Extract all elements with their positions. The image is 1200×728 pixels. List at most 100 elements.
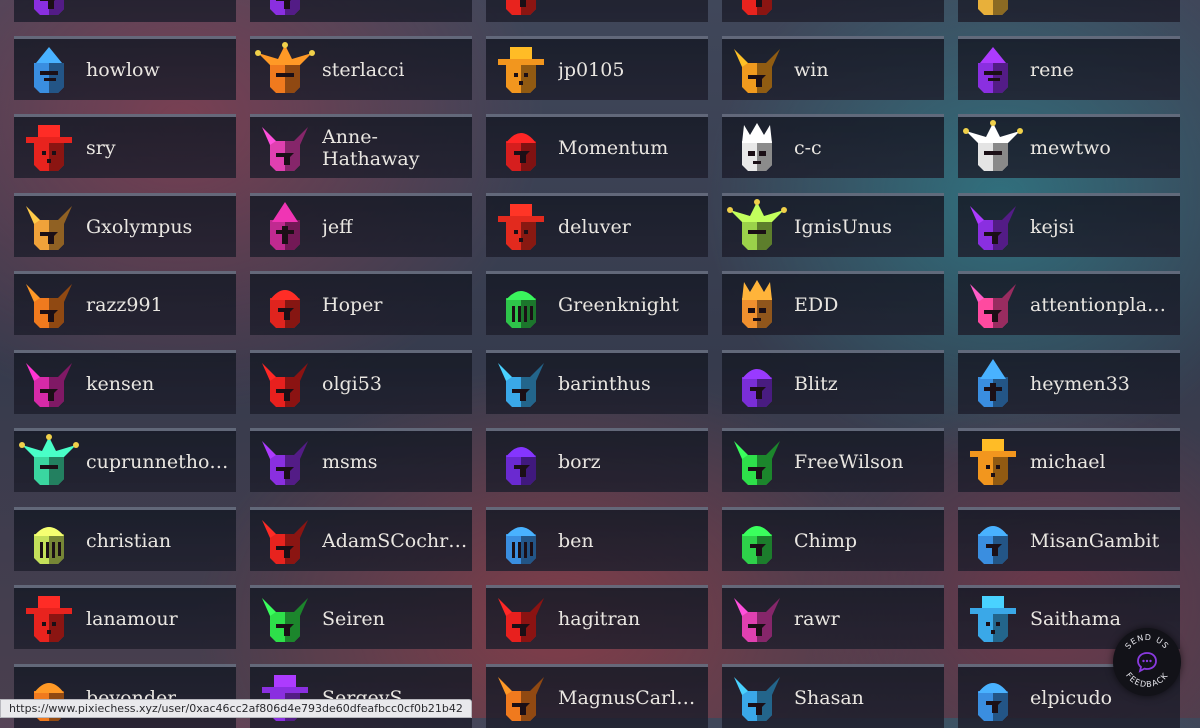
- user-card[interactable]: Seiren: [250, 585, 472, 649]
- user-card[interactable]: barinthus: [486, 350, 708, 414]
- username: attentionplayer: [1030, 293, 1176, 316]
- user-card[interactable]: sterlacci: [250, 36, 472, 100]
- horned-helmet-icon: [490, 590, 552, 648]
- user-card[interactable]: sry: [14, 114, 236, 178]
- username: Shasan: [794, 686, 864, 709]
- user-card[interactable]: rene: [958, 36, 1180, 100]
- username: Blitz: [794, 372, 838, 395]
- user-card[interactable]: olgi53: [250, 350, 472, 414]
- user-card[interactable]: Momentum: [486, 114, 708, 178]
- horned-helmet-icon: [254, 119, 316, 177]
- brimmed-hat-icon: [962, 590, 1024, 648]
- horned-helmet-icon: [18, 276, 80, 334]
- jester-hat-icon: [18, 433, 80, 491]
- username: Chimp: [794, 529, 858, 552]
- user-card[interactable]: Gxolympus: [14, 193, 236, 257]
- horned-helmet-icon: [962, 198, 1024, 256]
- horned-helmet-icon: [18, 355, 80, 413]
- username: kensen: [86, 372, 155, 395]
- user-card[interactable]: SergeyS: [250, 664, 472, 728]
- user-card[interactable]: FreeWilson: [722, 428, 944, 492]
- username: c-c: [794, 136, 822, 159]
- username: sry: [86, 136, 116, 159]
- username: msms: [322, 450, 378, 473]
- user-card[interactable]: attentionplayer: [958, 271, 1180, 335]
- username: Hoper: [322, 293, 383, 316]
- username: EDD: [794, 293, 839, 316]
- round-helmet-icon: [962, 512, 1024, 570]
- svg-text:SEND US: SEND US: [1123, 633, 1170, 651]
- username: michael: [1030, 450, 1106, 473]
- username: Anne-Hathaway: [322, 125, 420, 170]
- user-card[interactable]: jeff: [250, 193, 472, 257]
- user-card[interactable]: ben: [486, 507, 708, 571]
- horned-helmet-icon: [254, 433, 316, 491]
- user-card[interactable]: EDD: [722, 271, 944, 335]
- user-card[interactable]: rawr: [722, 585, 944, 649]
- username: razz991: [86, 293, 163, 316]
- brimmed-hat-icon: [490, 41, 552, 99]
- status-bar-url: https://www.pixiechess.xyz/user/0xac46cc…: [0, 699, 472, 718]
- round-helmet-icon: [726, 355, 788, 413]
- user-card[interactable]: razz991: [14, 271, 236, 335]
- horned-helmet-icon: [490, 355, 552, 413]
- username: MagnusCarls...: [558, 686, 704, 709]
- user-card[interactable]: kejsi: [958, 193, 1180, 257]
- round-helmet-icon: [254, 276, 316, 334]
- user-card[interactable]: christian: [14, 507, 236, 571]
- user-card[interactable]: Blitz: [722, 350, 944, 414]
- horned-helmet-icon: [18, 198, 80, 256]
- user-card[interactable]: cuprunnethover: [14, 428, 236, 492]
- user-card[interactable]: Chimp: [722, 507, 944, 571]
- user-card[interactable]: howlow: [14, 36, 236, 100]
- pointed-helmet-icon: [254, 198, 316, 256]
- user-card[interactable]: msms: [250, 428, 472, 492]
- jester-hat-icon: [254, 41, 316, 99]
- pointed-helmet-icon: [962, 355, 1024, 413]
- user-card[interactable]: Greenknight: [486, 271, 708, 335]
- user-card[interactable]: win: [722, 36, 944, 100]
- username: win: [794, 58, 829, 81]
- user-card[interactable]: deluver: [486, 193, 708, 257]
- user-card[interactable]: borz: [486, 428, 708, 492]
- user-card[interactable]: michael: [958, 428, 1180, 492]
- jester-hat-icon: [726, 198, 788, 256]
- user-card[interactable]: lanamour: [14, 585, 236, 649]
- user-card[interactable]: IgnisUnus: [722, 193, 944, 257]
- horned-helmet-icon: [726, 433, 788, 491]
- round-helmet-icon: [726, 512, 788, 570]
- username: barinthus: [558, 372, 651, 395]
- user-card-partial[interactable]: [250, 0, 472, 22]
- user-card-partial[interactable]: [486, 0, 708, 22]
- user-card-partial[interactable]: [14, 0, 236, 22]
- user-card-partial[interactable]: [958, 0, 1180, 22]
- user-card[interactable]: Hoper: [250, 271, 472, 335]
- user-card[interactable]: jp0105: [486, 36, 708, 100]
- user-card[interactable]: c-c: [722, 114, 944, 178]
- feedback-top-text: SEND US: [1123, 633, 1169, 651]
- feedback-button[interactable]: SEND US FEEDBACK: [1113, 628, 1181, 696]
- horned-helmet-icon: [254, 0, 316, 21]
- user-card-partial[interactable]: [722, 0, 944, 22]
- round-helmet-icon: [490, 119, 552, 177]
- username: Gxolympus: [86, 215, 193, 238]
- user-card[interactable]: kensen: [14, 350, 236, 414]
- user-card[interactable]: Anne-Hathaway: [250, 114, 472, 178]
- crown-helmet-icon: [726, 119, 788, 177]
- username: cuprunnethover: [86, 450, 232, 473]
- username: rene: [1030, 58, 1074, 81]
- user-card[interactable]: beyonder: [14, 664, 236, 728]
- user-card[interactable]: MisanGambit: [958, 507, 1180, 571]
- crown-helmet-icon: [726, 276, 788, 334]
- user-card[interactable]: hagitran: [486, 585, 708, 649]
- username: mewtwo: [1030, 136, 1111, 159]
- user-card[interactable]: MagnusCarls...: [486, 664, 708, 728]
- horned-helmet-icon: [254, 512, 316, 570]
- user-card[interactable]: mewtwo: [958, 114, 1180, 178]
- user-card[interactable]: Shasan: [722, 664, 944, 728]
- user-card[interactable]: AdamSCochran: [250, 507, 472, 571]
- visor-helmet-icon: [18, 41, 80, 99]
- horned-helmet-icon: [726, 41, 788, 99]
- username: Momentum: [558, 136, 669, 159]
- user-card[interactable]: heymen33: [958, 350, 1180, 414]
